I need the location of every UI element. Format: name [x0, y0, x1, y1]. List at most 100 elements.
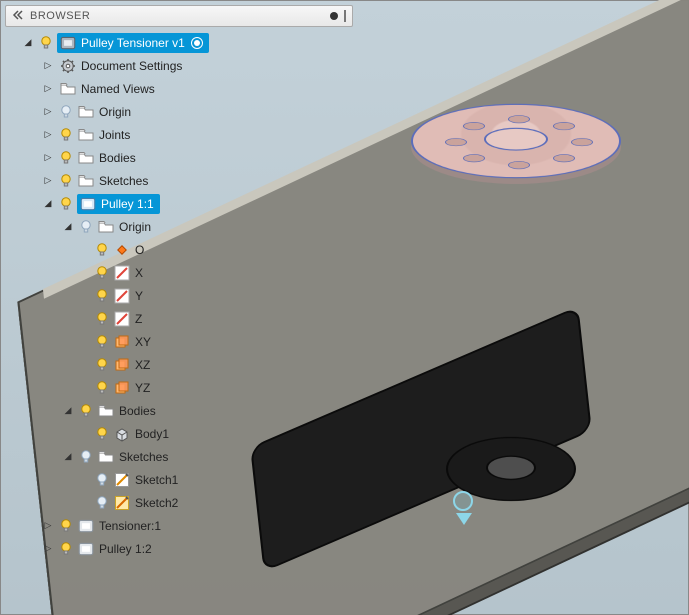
- pulley-shape[interactable]: [411, 104, 621, 179]
- visibility-bulb-off-icon[interactable]: [79, 450, 93, 464]
- tree-pulley-sketches[interactable]: ◢ Sketches: [5, 445, 353, 468]
- body-icon: [113, 425, 131, 443]
- tree-sketches-top[interactable]: ▷ Sketches: [5, 169, 353, 192]
- twisty-closed-icon[interactable]: ▷: [41, 59, 55, 73]
- visibility-bulb-on-icon[interactable]: [59, 519, 73, 533]
- tree-named-views[interactable]: ▷ Named Views: [5, 77, 353, 100]
- twisty-open-icon[interactable]: ◢: [61, 404, 75, 418]
- tree-origin-xz[interactable]: XZ: [5, 353, 353, 376]
- visibility-bulb-off-icon[interactable]: [95, 473, 109, 487]
- tree-label: Body1: [135, 427, 169, 441]
- tree-pulley-origin[interactable]: ◢ Origin: [5, 215, 353, 238]
- tree-label: Sketch2: [135, 496, 178, 510]
- visibility-bulb-on-icon[interactable]: [59, 128, 73, 142]
- tree-label: YZ: [135, 381, 150, 395]
- tree-label: Joints: [99, 128, 130, 142]
- tree-origin-o[interactable]: O: [5, 238, 353, 261]
- tree-root-label: Pulley Tensioner v1: [81, 36, 185, 50]
- component-icon: [77, 517, 95, 535]
- twisty-open-icon[interactable]: ◢: [61, 220, 75, 234]
- gear-icon: [59, 57, 77, 75]
- folder-icon: [77, 126, 95, 144]
- tree-joints[interactable]: ▷ Joints: [5, 123, 353, 146]
- tree-label: Bodies: [119, 404, 156, 418]
- twisty-closed-icon[interactable]: ▷: [41, 151, 55, 165]
- tree-bodies-top[interactable]: ▷ Bodies: [5, 146, 353, 169]
- visibility-bulb-off-icon[interactable]: [79, 220, 93, 234]
- visibility-bulb-on-icon[interactable]: [59, 151, 73, 165]
- tree-origin-top[interactable]: ▷ Origin: [5, 100, 353, 123]
- twisty-open-icon[interactable]: ◢: [61, 450, 75, 464]
- browser-header[interactable]: BROWSER: [5, 5, 353, 27]
- visibility-bulb-on-icon[interactable]: [79, 404, 93, 418]
- tree-label: Sketch1: [135, 473, 178, 487]
- tree-sketch1[interactable]: Sketch1: [5, 468, 353, 491]
- folder-icon: [97, 448, 115, 466]
- sketch-under-icon: [113, 494, 131, 512]
- tree-label: Origin: [119, 220, 151, 234]
- origin-point-icon: [113, 241, 131, 259]
- tree-origin-xy[interactable]: XY: [5, 330, 353, 353]
- visibility-bulb-on-icon[interactable]: [95, 381, 109, 395]
- visibility-bulb-on-icon[interactable]: [95, 358, 109, 372]
- component-icon: [59, 34, 77, 52]
- browser-panel: BROWSER ◢ Pulley Tensioner v1: [5, 5, 353, 560]
- visibility-bulb-on-icon[interactable]: [95, 427, 109, 441]
- twisty-closed-icon[interactable]: ▷: [41, 174, 55, 188]
- tree-sketch2[interactable]: Sketch2: [5, 491, 353, 514]
- tree-body1[interactable]: Body1: [5, 422, 353, 445]
- tree-label: XY: [135, 335, 151, 349]
- panel-pin-icon[interactable]: [344, 10, 346, 22]
- tree-label: Tensioner:1: [99, 519, 161, 533]
- visibility-bulb-off-icon[interactable]: [95, 496, 109, 510]
- tree-pulley-1-2[interactable]: ▷ Pulley 1:2: [5, 537, 353, 560]
- visibility-bulb-on-icon[interactable]: [95, 243, 109, 257]
- tree-document-settings[interactable]: ▷ Document Settings: [5, 54, 353, 77]
- tree-label: Document Settings: [81, 59, 182, 73]
- tree-pulley-bodies[interactable]: ◢ Bodies: [5, 399, 353, 422]
- twisty-open-icon[interactable]: ◢: [21, 36, 35, 50]
- active-component-radio-icon[interactable]: [191, 37, 203, 49]
- tree-label: Origin: [99, 105, 131, 119]
- twisty-closed-icon[interactable]: ▷: [41, 128, 55, 142]
- folder-icon: [77, 103, 95, 121]
- folder-icon: [77, 172, 95, 190]
- visibility-bulb-on-icon[interactable]: [95, 335, 109, 349]
- visibility-bulb-on-icon[interactable]: [95, 289, 109, 303]
- plane-icon: [113, 333, 131, 351]
- axis-icon: [113, 264, 131, 282]
- twisty-open-icon[interactable]: ◢: [41, 197, 55, 211]
- tree-origin-x[interactable]: X: [5, 261, 353, 284]
- tree-pulley-1-1[interactable]: ◢ Pulley 1:1: [5, 192, 353, 215]
- twisty-closed-icon[interactable]: ▷: [41, 82, 55, 96]
- visibility-bulb-on-icon[interactable]: [59, 174, 73, 188]
- axis-icon: [113, 287, 131, 305]
- folder-icon: [77, 149, 95, 167]
- tree-label: Bodies: [99, 151, 136, 165]
- tree-origin-y[interactable]: Y: [5, 284, 353, 307]
- twisty-closed-icon[interactable]: ▷: [41, 542, 55, 556]
- collapse-panel-icon[interactable]: [12, 9, 24, 24]
- component-icon: [79, 195, 97, 213]
- tree-label: Pulley 1:2: [99, 542, 152, 556]
- visibility-bulb-on-icon[interactable]: [59, 197, 73, 211]
- twisty-closed-icon[interactable]: ▷: [41, 105, 55, 119]
- twisty-closed-icon[interactable]: ▷: [41, 519, 55, 533]
- folder-icon: [97, 218, 115, 236]
- tree-label: Sketches: [99, 174, 148, 188]
- tree-root-pulley-tensioner[interactable]: ◢ Pulley Tensioner v1: [5, 31, 353, 54]
- visibility-bulb-off-icon[interactable]: [59, 105, 73, 119]
- visibility-bulb-on-icon[interactable]: [95, 312, 109, 326]
- tree-origin-yz[interactable]: YZ: [5, 376, 353, 399]
- panel-settings-icon[interactable]: [330, 12, 338, 20]
- tree-tensioner[interactable]: ▷ Tensioner:1: [5, 514, 353, 537]
- visibility-bulb-on-icon[interactable]: [95, 266, 109, 280]
- visibility-bulb-on-icon[interactable]: [39, 36, 53, 50]
- browser-title: BROWSER: [30, 10, 324, 22]
- tree-label: Z: [135, 312, 142, 326]
- tree-label: Y: [135, 289, 143, 303]
- pulley-holes: [413, 105, 619, 177]
- visibility-bulb-on-icon[interactable]: [59, 542, 73, 556]
- sketch-icon: [113, 471, 131, 489]
- tree-origin-z[interactable]: Z: [5, 307, 353, 330]
